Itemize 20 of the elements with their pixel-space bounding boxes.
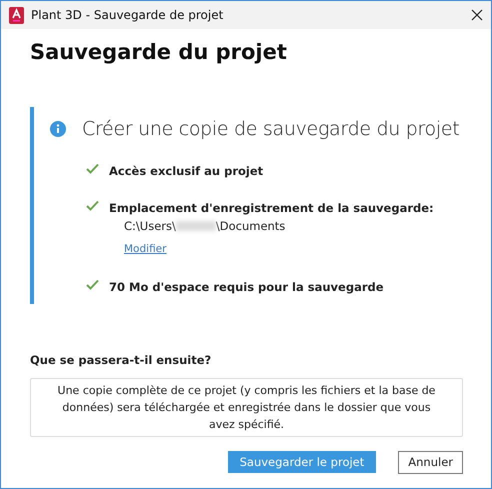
question-label: Que se passera-t-il ensuite? (30, 352, 212, 368)
blurred-mark (176, 221, 216, 232)
modify-link[interactable]: Modifier (124, 242, 166, 258)
requirement-text: Accès exclusif au projet (109, 163, 264, 180)
panel-title: Créer une copie de sauvegarde du projet (82, 116, 460, 142)
requirement-text: 70 Mo d'espace requis pour la sauvegarde (109, 278, 384, 296)
window-title: Plant 3D - Sauvegarde de projet (31, 7, 224, 24)
dialog-heading: Sauvegarde du projet (30, 39, 288, 66)
check-icon (86, 200, 99, 212)
check-icon (86, 278, 99, 290)
check-icon (86, 163, 99, 174)
path-text: \Documents (216, 218, 286, 234)
app-icon (9, 6, 24, 24)
save-button[interactable]: Sauvegarder le projet (228, 450, 376, 473)
cancel-button[interactable]: Annuler (398, 450, 463, 474)
answer-text: Une copie complète de ce projet (y compris les fichiers et la base de données) sera téléchargée et enregistrée dans le dossier que vous avez spécifié. (30, 378, 463, 437)
path-text: C:\Users\ (124, 218, 176, 234)
requirement-text: Emplacement d'enregistrement de la sauvegarde: (109, 200, 434, 218)
close-button[interactable] (471, 9, 483, 21)
info-icon (50, 120, 66, 137)
